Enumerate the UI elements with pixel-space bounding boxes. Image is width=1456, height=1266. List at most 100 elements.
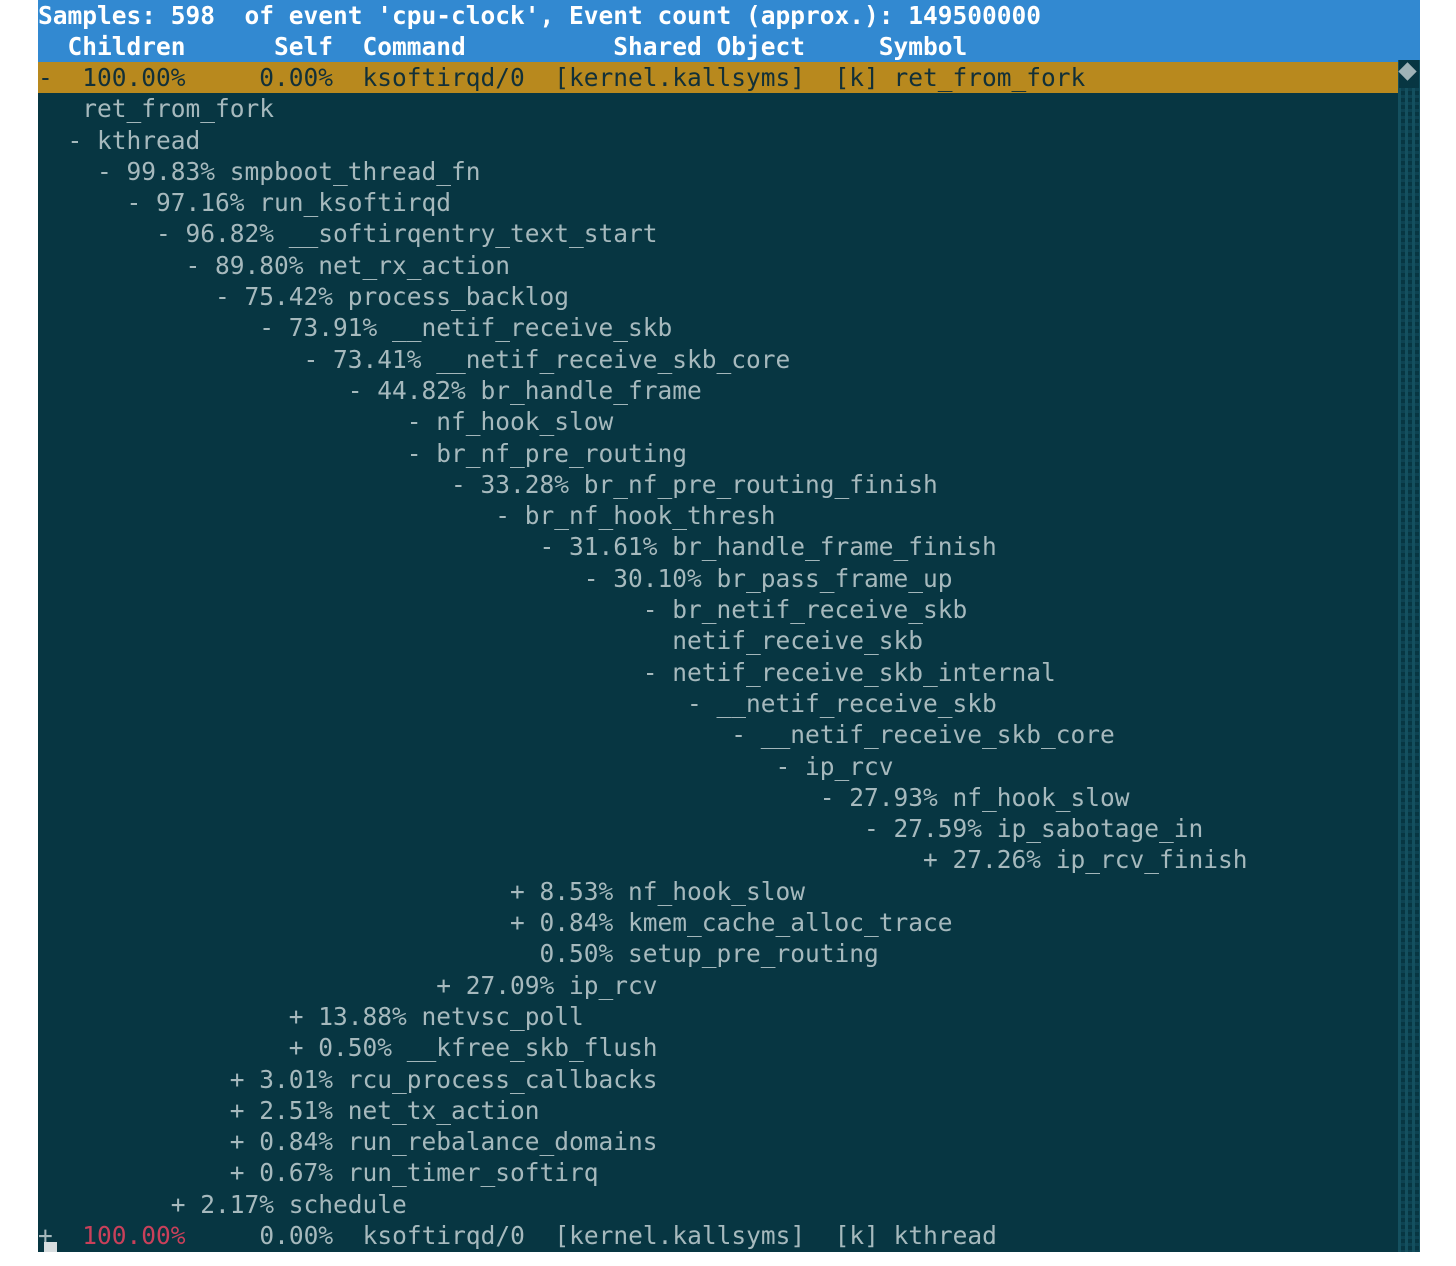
callchain-percent: 33.28% (480, 469, 584, 499)
collapse-marker[interactable]: - (186, 251, 216, 280)
expand-marker[interactable]: + (923, 845, 953, 874)
callchain-symbol: __softirqentry_text_start (288, 219, 658, 249)
callchain-indent (38, 1096, 230, 1125)
collapse-marker[interactable]: - (348, 376, 378, 405)
expand-marker[interactable]: + (510, 877, 540, 906)
entry-row-kthread[interactable]: + 100.00% 0.00% ksoftirqd/0 [kernel.kall… (38, 1219, 1420, 1252)
callchain-symbol: br_nf_hook_thresh (524, 501, 776, 531)
collapse-marker[interactable]: - (864, 814, 894, 843)
collapse-marker[interactable]: - (407, 439, 437, 468)
callchain-indent (38, 376, 348, 405)
callchain-row[interactable]: - netif_receive_skb_internal (38, 656, 1420, 688)
collapse-marker[interactable]: - (776, 752, 806, 781)
callchain-row[interactable]: - 73.41% __netif_receive_skb_core (38, 343, 1420, 375)
entry-children-pct: 100.00% (82, 1220, 186, 1250)
callchain-symbol: kmem_cache_alloc_trace (628, 908, 953, 938)
callchain-row[interactable]: - 97.16% run_ksoftirqd (38, 187, 1420, 219)
callchain-percent: 0.84% (259, 1127, 348, 1157)
expand-marker[interactable]: + (171, 1190, 201, 1219)
collapse-marker[interactable]: - (687, 689, 717, 718)
callchain-indent (38, 407, 407, 436)
expand-marker[interactable]: + (230, 1096, 260, 1125)
callchain-row[interactable]: - 27.93% nf_hook_slow (38, 781, 1420, 814)
callchain-row[interactable]: - __netif_receive_skb (38, 687, 1420, 720)
callchain-symbol: br_nf_pre_routing_finish (583, 469, 938, 499)
callchain-row[interactable]: - __netif_receive_skb_core (38, 719, 1420, 751)
callchain-row[interactable]: + 0.50% __kfree_skb_flush (38, 1032, 1420, 1064)
expand-marker[interactable]: + (289, 1002, 319, 1031)
callchain-percent: 0.67% (259, 1158, 348, 1188)
callchain-row[interactable]: + 13.88% netvsc_poll (38, 1000, 1420, 1033)
callchain-row[interactable]: + 2.51% net_tx_action (38, 1094, 1420, 1127)
callchain-row[interactable]: - 73.91% __netif_receive_skb (38, 312, 1420, 344)
callchain-symbol: __netif_receive_skb_core (760, 720, 1115, 750)
expand-marker[interactable]: + (230, 1065, 260, 1094)
callchain-row[interactable]: - 27.59% ip_sabotage_in (38, 813, 1420, 845)
expand-marker[interactable]: + (510, 908, 540, 937)
callchain-row[interactable]: + 0.67% run_timer_softirq (38, 1157, 1420, 1189)
expand-marker[interactable]: + (230, 1127, 260, 1156)
callchain-symbol: nf_hook_slow (952, 782, 1130, 812)
callchain-row[interactable]: ret_from_fork (38, 93, 1420, 125)
collapse-marker[interactable]: - (584, 564, 614, 593)
collapse-marker[interactable]: - (495, 501, 525, 530)
collapse-marker[interactable]: - (451, 470, 481, 499)
collapse-marker[interactable]: - (643, 595, 673, 624)
collapse-marker[interactable]: - (304, 345, 334, 374)
callchain-row[interactable]: - 33.28% br_nf_pre_routing_finish (38, 468, 1420, 501)
callchain-indent (38, 689, 687, 718)
spacer-1 (53, 1221, 83, 1250)
callchain-symbol: run_timer_softirq (347, 1158, 599, 1188)
callchain-row[interactable]: - 99.83% smpboot_thread_fn (38, 155, 1420, 188)
callchain-symbol: net_rx_action (318, 250, 511, 280)
collapse-marker[interactable]: - (407, 407, 437, 436)
collapse-marker[interactable]: - (156, 219, 186, 248)
collapse-marker[interactable]: - (97, 157, 127, 186)
callchain-row[interactable]: - kthread (38, 124, 1420, 156)
callchain-percent: 27.09% (465, 970, 570, 1000)
vertical-scrollbar[interactable] (1398, 60, 1420, 1252)
callchain-row[interactable]: 0.50% setup_pre_routing (38, 938, 1420, 970)
callchain-percent: 27.93% (849, 782, 953, 812)
callchain-row[interactable]: + 0.84% kmem_cache_alloc_trace (38, 907, 1420, 939)
callchain-row[interactable]: - 89.80% net_rx_action (38, 249, 1420, 282)
callchain-row[interactable]: - 96.82% __softirqentry_text_start (38, 218, 1420, 250)
callchain-symbol: ip_rcv_finish (1055, 845, 1248, 875)
callchain-indent (38, 814, 864, 843)
expand-marker[interactable]: + (289, 1033, 319, 1062)
callchain-row[interactable]: + 0.84% run_rebalance_domains (38, 1126, 1420, 1158)
collapse-marker[interactable]: - (259, 313, 289, 342)
callchain-indent (38, 939, 540, 968)
callchain-row[interactable]: - br_netif_receive_skb (38, 594, 1420, 626)
collapse-marker[interactable]: - (68, 126, 98, 155)
collapse-marker[interactable]: - (820, 783, 850, 812)
scrollbar-thumb[interactable] (1398, 60, 1419, 88)
callchain-percent: 27.59% (893, 814, 997, 844)
callchain-row[interactable]: + 27.09% ip_rcv (38, 969, 1420, 1001)
callchain-row[interactable]: - br_nf_hook_thresh (38, 500, 1420, 532)
collapse-marker[interactable]: - (215, 282, 245, 311)
callchain-row[interactable]: + 3.01% rcu_process_callbacks (38, 1063, 1420, 1095)
callchain-row[interactable]: + 2.17% schedule (38, 1188, 1420, 1220)
callchain-row[interactable]: - nf_hook_slow (38, 406, 1420, 438)
callchain-row[interactable]: + 8.53% nf_hook_slow (38, 875, 1420, 908)
collapse-marker[interactable]: - (643, 658, 673, 687)
collapse-marker[interactable]: - (540, 532, 570, 561)
callchain-row[interactable]: - 30.10% br_pass_frame_up (38, 562, 1420, 595)
entry-row-selected[interactable]: - 100.00% 0.00% ksoftirqd/0 [kernel.kall… (38, 62, 1420, 94)
callchain-row[interactable]: + 27.26% ip_rcv_finish (38, 844, 1420, 876)
collapse-marker[interactable]: - (127, 188, 157, 217)
entry-self-pct: 0.00% (259, 1220, 334, 1250)
callchain-row[interactable]: netif_receive_skb (38, 625, 1420, 657)
callchain-row[interactable]: - br_nf_pre_routing (38, 437, 1420, 469)
expand-marker[interactable]: + (230, 1158, 260, 1187)
callchain-symbol: br_handle_frame_finish (672, 532, 997, 562)
callchain-percent: 44.82% (377, 375, 481, 405)
collapse-marker[interactable]: - (731, 720, 761, 749)
callchain-row[interactable]: - 44.82% br_handle_frame (38, 374, 1420, 407)
callchain-row[interactable]: - ip_rcv (38, 750, 1420, 782)
callchain-symbol: ip_rcv (805, 751, 894, 781)
callchain-row[interactable]: - 31.61% br_handle_frame_finish (38, 531, 1420, 563)
callchain-row[interactable]: - 75.42% process_backlog (38, 281, 1420, 313)
expand-marker[interactable]: + (436, 971, 466, 1000)
